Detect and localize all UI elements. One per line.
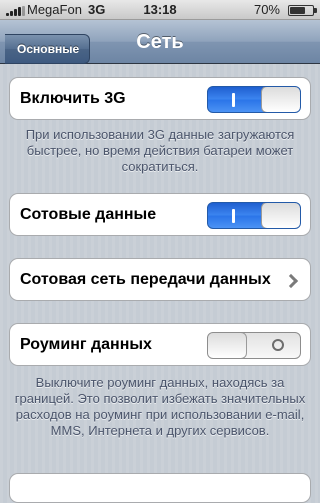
next-group-cell [9, 473, 311, 503]
page-title: Сеть [136, 31, 184, 53]
chevron-right-icon [283, 273, 299, 289]
cellular-data-cell: Сотовые данные [9, 193, 311, 236]
switch-on-glyph [232, 209, 235, 223]
battery-percent: 70% [253, 2, 280, 17]
enable-3g-switch[interactable] [207, 86, 301, 113]
enable-3g-label: Включить 3G [20, 90, 126, 107]
data-roaming-label: Роуминг данных [20, 336, 152, 353]
navigation-bar: Основные Сеть [0, 20, 320, 65]
battery-fill [290, 7, 305, 14]
enable-3g-cell: Включить 3G [9, 77, 311, 120]
battery-icon [288, 5, 317, 16]
roaming-footer: Выключите роуминг данных, находясь за гр… [14, 375, 306, 438]
status-bar: MegaFon 3G 13:18 70% [0, 0, 320, 20]
data-roaming-switch[interactable] [207, 332, 301, 359]
switch-knob[interactable] [261, 203, 300, 228]
enable-3g-footer: При использовании 3G данные загружаются … [25, 127, 295, 174]
cellular-network-label: Сотовая сеть передачи данных [20, 271, 271, 288]
switch-off-glyph [272, 339, 284, 351]
cellular-data-switch[interactable] [207, 202, 301, 229]
switch-knob[interactable] [208, 333, 247, 358]
cellular-network-cell[interactable]: Сотовая сеть передачи данных [9, 258, 311, 301]
switch-knob[interactable] [261, 87, 300, 112]
cellular-data-label: Сотовые данные [20, 206, 157, 223]
switch-on-glyph [232, 93, 235, 107]
data-roaming-cell: Роуминг данных [9, 323, 311, 366]
